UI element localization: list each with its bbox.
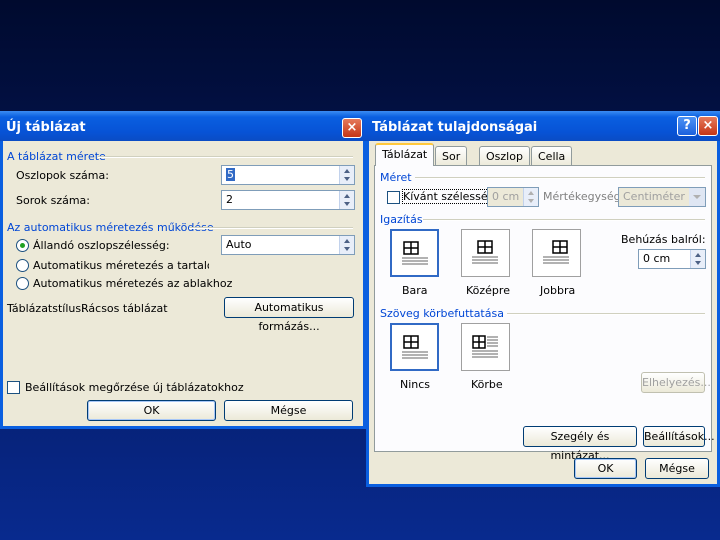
align-right-option[interactable] xyxy=(532,229,581,277)
align-left-label: Bara xyxy=(402,284,428,297)
rows-spin-icon[interactable] xyxy=(339,191,354,209)
indent-spin-icon[interactable] xyxy=(690,250,705,268)
indent-label: Behúzás balról: xyxy=(621,233,706,246)
columns-label: Oszlopok száma: xyxy=(16,169,109,182)
fixed-width-radio[interactable] xyxy=(16,239,29,252)
remember-settings-checkbox[interactable] xyxy=(7,381,20,394)
align-right-icon xyxy=(543,240,569,264)
columns-stepper[interactable]: 5 xyxy=(221,165,355,185)
unit-select[interactable]: Centiméter xyxy=(618,187,706,207)
wrap-around-option[interactable] xyxy=(461,323,510,371)
preferred-width-checkbox[interactable] xyxy=(387,191,400,204)
new-table-title: Új táblázat xyxy=(6,120,86,135)
align-center-icon xyxy=(472,240,498,264)
fixed-width-label: Állandó oszlopszélesség: xyxy=(33,239,170,252)
cancel-button[interactable]: Mégse xyxy=(645,458,709,479)
table-size-group-title: A táblázat mérete xyxy=(7,150,106,163)
divider xyxy=(189,227,353,229)
autofit-content-radio[interactable] xyxy=(16,259,29,272)
table-style-label: Táblázatstílus: xyxy=(7,302,85,315)
wrap-group-title: Szöveg körbefuttatása xyxy=(380,307,504,320)
preferred-width-spin-icon[interactable] xyxy=(523,188,538,206)
table-properties-titlebar: Táblázat tulajdonságai xyxy=(366,111,720,141)
help-icon[interactable]: ? xyxy=(677,116,697,136)
alignment-group-title: Igazítás xyxy=(380,213,423,226)
autofit-window-label: Automatikus méretezés az ablakhoz xyxy=(33,277,233,290)
ok-button[interactable]: OK xyxy=(87,400,216,421)
chevron-down-icon[interactable] xyxy=(689,188,705,206)
columns-spin-icon[interactable] xyxy=(339,166,354,184)
wrap-around-label: Körbe xyxy=(471,378,503,391)
autofit-content-label: Automatikus méretezés a tartalomhoz xyxy=(33,259,209,272)
table-properties-dialog: Táblázat tulajdonságai ? × Táblázat Sor … xyxy=(366,111,720,487)
align-left-icon xyxy=(402,241,428,265)
wrap-around-icon xyxy=(472,335,498,358)
remember-settings-label: Beállítások megőrzése új táblázatokhoz xyxy=(25,381,244,394)
borders-shading-button[interactable]: Szegély és mintázat... xyxy=(523,426,637,462)
new-table-titlebar: Új táblázat xyxy=(0,111,366,141)
align-left-option[interactable] xyxy=(390,229,439,277)
preferred-width-label: Kívánt szélesség: xyxy=(401,189,500,204)
fixed-width-value: Auto xyxy=(226,238,252,251)
wrap-none-option[interactable] xyxy=(390,323,439,371)
tab-cell[interactable]: Cella xyxy=(531,146,573,166)
autofit-group-title: Az automatikus méretezés működése xyxy=(7,221,214,234)
fixed-width-select[interactable]: Auto xyxy=(221,235,355,255)
wrap-none-icon xyxy=(402,335,428,359)
rows-stepper[interactable]: 2 xyxy=(221,190,355,210)
indent-value: 0 cm xyxy=(643,252,671,265)
table-properties-body: Táblázat Sor Oszlop Cella Méret Kívánt s… xyxy=(369,141,717,484)
rows-value: 2 xyxy=(226,193,233,206)
autoformat-button[interactable]: Automatikus formázás... xyxy=(224,297,354,333)
align-right-label: Jobbra xyxy=(540,284,576,297)
cancel-button[interactable]: Mégse xyxy=(224,400,353,421)
size-group-title: Méret xyxy=(380,171,412,184)
positioning-button[interactable]: Elhelyezés... xyxy=(641,372,711,393)
tab-table[interactable]: Táblázat xyxy=(375,143,435,166)
indent-stepper[interactable]: 0 cm xyxy=(638,249,706,269)
autofit-window-radio[interactable] xyxy=(16,277,29,290)
close-icon[interactable]: × xyxy=(698,116,718,136)
align-center-option[interactable] xyxy=(461,229,510,277)
columns-value: 5 xyxy=(226,168,235,181)
unit-label: Mértékegység: xyxy=(543,190,625,203)
align-center-label: Középre xyxy=(466,284,510,297)
close-icon[interactable]: × xyxy=(342,118,362,138)
options-button[interactable]: Beállítások... xyxy=(643,426,715,447)
wrap-none-label: Nincs xyxy=(400,378,431,391)
preferred-width-stepper[interactable]: 0 cm xyxy=(487,187,539,207)
ok-button[interactable]: OK xyxy=(574,458,637,479)
table-properties-title: Táblázat tulajdonságai xyxy=(372,120,538,135)
new-table-body: A táblázat mérete Oszlopok száma: 5 Soro… xyxy=(3,141,363,426)
preferred-width-value: 0 cm xyxy=(492,190,520,203)
divider xyxy=(98,156,353,158)
table-style-value: Rácsos táblázat xyxy=(81,302,168,315)
table-tab-panel: Méret Kívánt szélesség: 0 cm Mértékegysé… xyxy=(374,165,715,462)
unit-value: Centiméter xyxy=(623,190,685,203)
new-table-dialog: Új táblázat × A táblázat mérete Oszlopok… xyxy=(0,111,366,429)
fixed-width-spin-icon[interactable] xyxy=(339,236,354,254)
tab-column[interactable]: Oszlop xyxy=(479,146,530,166)
divider xyxy=(507,313,705,315)
rows-label: Sorok száma: xyxy=(16,194,90,207)
divider xyxy=(415,177,705,179)
tab-row[interactable]: Sor xyxy=(435,146,468,166)
divider xyxy=(423,219,705,221)
